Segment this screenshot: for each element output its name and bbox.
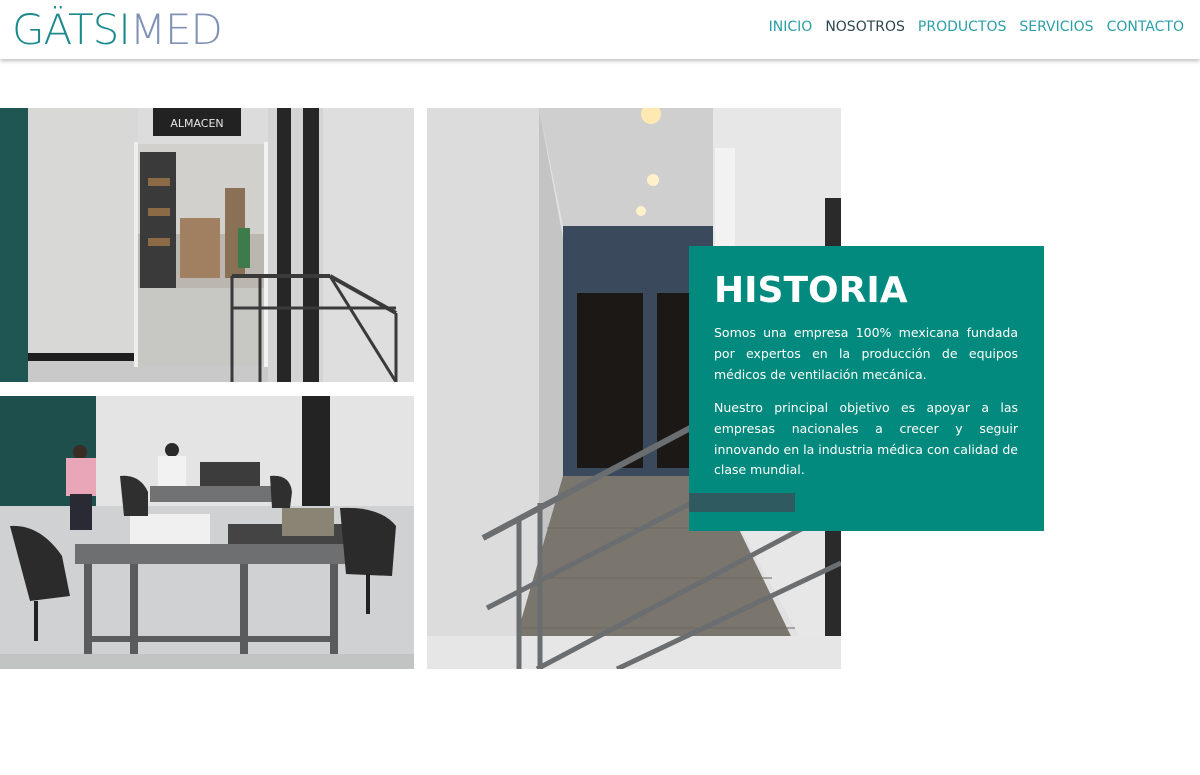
warehouse-sign: ALMACEN: [170, 117, 223, 130]
nav-servicios[interactable]: SERVICIOS: [1019, 19, 1093, 35]
nav-contacto[interactable]: CONTACTO: [1107, 19, 1184, 35]
historia-title: HISTORIA: [714, 270, 908, 311]
logo-text-part2: MED: [129, 5, 223, 54]
historia-accent-bar: [689, 493, 795, 512]
historia-paragraph-1: Somos una empresa 100% mexicana fundada …: [714, 325, 1018, 382]
nav-inicio[interactable]: INICIO: [769, 19, 813, 35]
gatsimed-logo[interactable]: GÄTSIMED: [12, 5, 223, 54]
logo-text-part1: GÄTSI: [12, 5, 131, 54]
site-header: GÄTSIMED INICIO NOSOTROS PRODUCTOS SERVI…: [0, 0, 1200, 59]
historia-paragraph-2: Nuestro principal objetivo es apoyar a l…: [714, 400, 1018, 478]
historia-card: HISTORIA Somos una empresa 100% mexicana…: [689, 246, 1044, 531]
main-nav: INICIO NOSOTROS PRODUCTOS SERVICIOS CONT…: [769, 19, 1184, 35]
workshop-photo: [0, 396, 414, 669]
warehouse-photo: ALMACEN: [0, 108, 414, 382]
nav-nosotros[interactable]: NOSOTROS: [825, 19, 905, 35]
nav-productos[interactable]: PRODUCTOS: [918, 19, 1006, 35]
